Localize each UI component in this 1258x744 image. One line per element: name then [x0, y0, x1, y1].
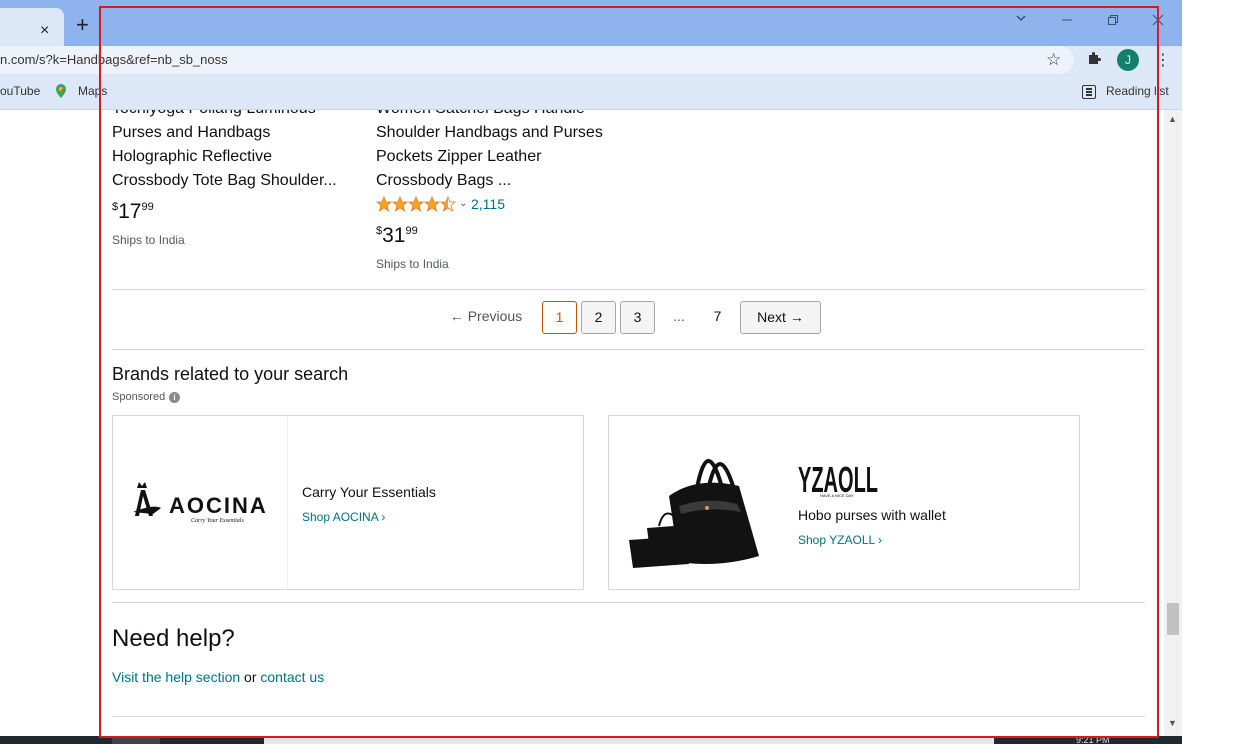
title-line[interactable]: Crossbody Tote Bag Shoulder...: [112, 169, 337, 193]
shop-aocina-link[interactable]: Shop AOCINA ›: [302, 510, 385, 524]
browser-toolbar: n.com/s?k=Handbags&ref=nb_sb_noss ☆ J ⋮: [0, 46, 1182, 78]
price-2: $3199: [376, 224, 418, 248]
title-line[interactable]: Crossbody Bags ...: [376, 169, 603, 193]
scroll-up-arrow-icon[interactable]: ▲: [1168, 114, 1177, 124]
aocina-logo-text: AOCINA: [169, 493, 268, 518]
brand-card-yzaoll[interactable]: YZAOLL HAVE A NICE DAY Hobo purses with …: [608, 415, 1080, 590]
price-symbol: $: [112, 201, 119, 213]
divider: [112, 349, 1145, 350]
scroll-down-arrow-icon[interactable]: ▼: [1168, 718, 1177, 728]
yzaoll-logo[interactable]: YZAOLL HAVE A NICE DAY: [798, 459, 880, 503]
aocina-logo[interactable]: AOCINA Carry Your Essentials: [113, 416, 288, 589]
shop-yzaoll-link[interactable]: Shop YZAOLL ›: [798, 533, 882, 547]
address-bar[interactable]: n.com/s?k=Handbags&ref=nb_sb_noss ☆: [0, 46, 1074, 74]
page-ellipsis: ...: [673, 308, 685, 324]
brands-section-title: Brands related to your search: [112, 364, 349, 384]
new-tab-button[interactable]: +: [76, 12, 89, 38]
title-line[interactable]: Shoulder Handbags and Purses: [376, 121, 603, 145]
help-joiner: or: [240, 669, 261, 685]
divider: [112, 716, 1145, 717]
need-help-heading: Need help?: [112, 625, 235, 652]
extensions-icon[interactable]: [1086, 50, 1102, 71]
bookmark-star-icon[interactable]: ☆: [1046, 50, 1061, 70]
aocina-logo-subtext: Carry Your Essentials: [191, 518, 244, 524]
shipping-info-2: Ships to India: [376, 257, 449, 271]
sponsored-label: Sponsored: [112, 391, 166, 403]
page-7-link[interactable]: 7: [700, 301, 735, 334]
url-text[interactable]: n.com/s?k=Handbags&ref=nb_sb_noss: [0, 52, 228, 67]
price-fraction: 99: [405, 225, 418, 237]
close-window-icon[interactable]: [1152, 13, 1164, 29]
chevron-down-icon[interactable]: ⌄: [459, 198, 467, 209]
desktop-background: [1182, 0, 1258, 744]
title-line[interactable]: Purses and Handbags: [112, 121, 337, 145]
profile-avatar[interactable]: J: [1117, 49, 1139, 71]
title-bar: × +: [0, 0, 1182, 46]
bookmark-youtube[interactable]: ouTube: [0, 84, 40, 98]
price-fraction: 99: [141, 201, 154, 213]
aocina-tagline[interactable]: Carry Your Essentials: [302, 484, 436, 500]
brand-card-aocina[interactable]: AOCINA Carry Your Essentials Carry Your …: [112, 415, 584, 590]
divider: [112, 289, 1145, 290]
minimize-icon[interactable]: [1061, 13, 1073, 29]
vertical-scrollbar[interactable]: ▲ ▼: [1164, 110, 1182, 736]
reading-list-label[interactable]: Reading list: [1106, 84, 1169, 98]
maps-icon: [54, 83, 68, 99]
reading-list-icon[interactable]: [1082, 85, 1096, 99]
yzaoll-logo-subtext: HAVE A NICE DAY: [820, 493, 854, 498]
bookmarks-bar: ouTube Maps Reading list: [0, 78, 1182, 110]
close-tab-icon[interactable]: ×: [40, 22, 49, 40]
previous-page-link[interactable]: ← Previous: [440, 301, 532, 334]
help-line: Visit the help section or contact us: [112, 669, 324, 685]
price-1: $1799: [112, 200, 154, 224]
restore-icon[interactable]: [1107, 13, 1119, 29]
scroll-thumb[interactable]: [1167, 603, 1179, 635]
taskbar-search-box[interactable]: [264, 736, 994, 744]
title-line[interactable]: Holographic Reflective: [112, 145, 337, 169]
product-title-2[interactable]: Women Satchel Bags Handle Shoulder Handb…: [376, 110, 603, 193]
rating-count-link[interactable]: 2,115: [471, 196, 505, 212]
bookmark-maps[interactable]: Maps: [78, 84, 107, 98]
price-whole: 17: [118, 200, 142, 223]
taskbar-button[interactable]: [112, 736, 160, 744]
page-2-button[interactable]: 2: [581, 301, 616, 334]
page-3-button[interactable]: 3: [620, 301, 655, 334]
handbag-product-image[interactable]: [609, 416, 784, 589]
help-section-link[interactable]: Visit the help section: [112, 669, 240, 685]
shipping-info-1: Ships to India: [112, 233, 185, 247]
taskbar-clock: 9:21 PM: [1076, 735, 1110, 744]
next-page-button[interactable]: Next →: [740, 301, 821, 334]
browser-menu-icon[interactable]: ⋮: [1155, 50, 1171, 70]
product-title-1[interactable]: Tochiyoga Pollang Luminous Purses and Ha…: [112, 110, 337, 193]
price-whole: 31: [382, 224, 406, 247]
yzaoll-tagline[interactable]: Hobo purses with wallet: [798, 507, 946, 523]
tab-search-icon[interactable]: [1015, 11, 1027, 27]
taskbar: 9:21 PM: [0, 736, 1182, 744]
contact-us-link[interactable]: contact us: [260, 669, 324, 685]
star-rating-icon[interactable]: [376, 196, 458, 212]
info-icon[interactable]: i: [169, 392, 180, 403]
browser-window: × + n.com/s?k=Handbags&ref=nb_sb_noss ☆ …: [0, 0, 1258, 744]
page-1-button[interactable]: 1: [542, 301, 577, 334]
title-line[interactable]: Pockets Zipper Leather: [376, 145, 603, 169]
divider: [112, 602, 1145, 603]
active-tab[interactable]: ×: [0, 8, 64, 46]
price-symbol: $: [376, 225, 383, 237]
